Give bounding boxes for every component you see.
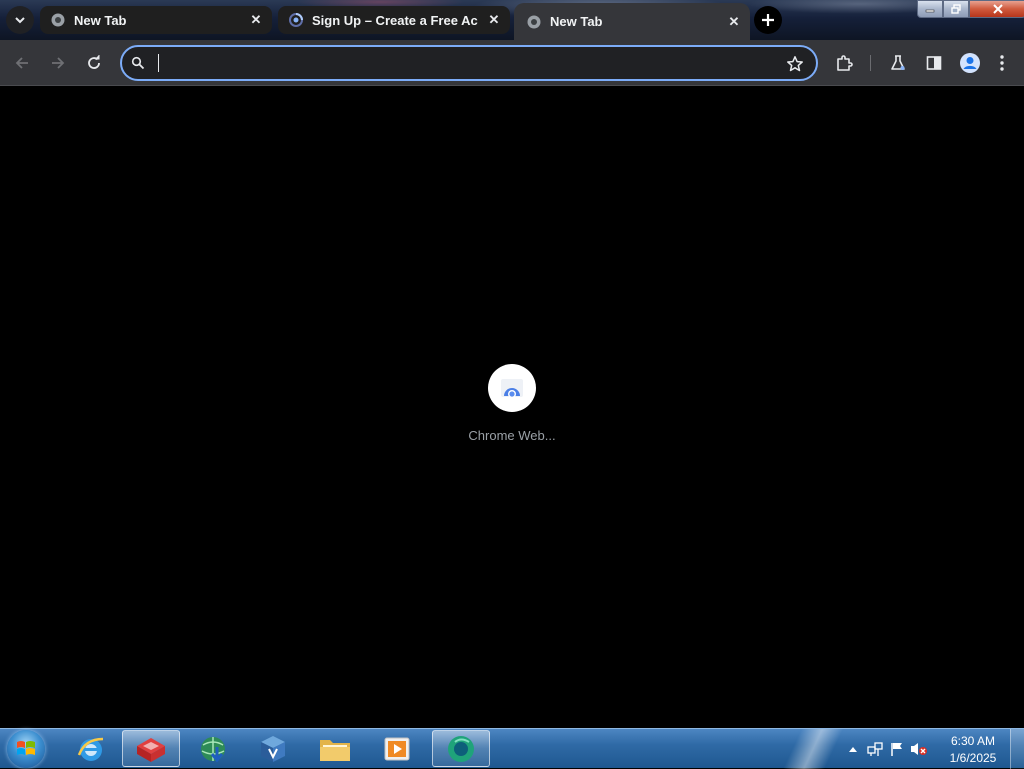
- close-window-button[interactable]: [969, 0, 1024, 18]
- network-tray-button[interactable]: [864, 738, 886, 760]
- plus-icon: [762, 14, 774, 26]
- show-hidden-icons-button[interactable]: [842, 738, 864, 760]
- side-panel-button[interactable]: [920, 49, 948, 77]
- chrome-web-store-icon: [501, 379, 523, 398]
- browser-toolbar: [0, 40, 1024, 86]
- minimize-icon: [925, 9, 935, 13]
- file-explorer-folder-icon: [320, 739, 350, 761]
- forward-arrow-icon: [52, 57, 65, 69]
- page-content: Chrome Web...: [0, 86, 1024, 728]
- taskbar-download-manager[interactable]: [184, 730, 242, 767]
- taskbar-file-explorer[interactable]: [306, 730, 364, 767]
- reload-button[interactable]: [80, 49, 108, 77]
- bookmark-star-icon: [787, 56, 803, 72]
- start-button[interactable]: [7, 730, 45, 768]
- title-bar: New Tab ✕ Sign Up – Create a Free Accoun…: [0, 0, 1024, 40]
- window-controls: [917, 0, 1024, 19]
- windows-logo-icon: [17, 741, 35, 755]
- extensions-button[interactable]: [830, 49, 858, 77]
- windows-taskbar: 6:30 AM 1/6/2025: [0, 728, 1024, 769]
- tab-new-tab-1[interactable]: New Tab ✕: [40, 6, 272, 34]
- bookmark-star-button[interactable]: [784, 53, 806, 75]
- address-input[interactable]: [156, 53, 760, 75]
- reload-icon: [88, 55, 100, 69]
- toolbox-app-icon: [137, 737, 165, 762]
- more-menu-icon: [1000, 55, 1004, 71]
- tab-title: New Tab: [550, 14, 603, 29]
- restore-icon: [951, 4, 961, 14]
- tab-title: New Tab: [74, 12, 127, 28]
- taskbar-virtualbox[interactable]: [244, 730, 302, 767]
- profile-avatar-icon: [960, 53, 980, 73]
- extensions-puzzle-icon: [837, 55, 853, 71]
- chrome-active-icon: [448, 735, 474, 762]
- taskbar-chrome-active[interactable]: [432, 730, 490, 767]
- minimize-button[interactable]: [917, 0, 943, 18]
- text-caret: [158, 54, 159, 72]
- address-bar[interactable]: [120, 45, 818, 81]
- back-arrow-icon: [15, 57, 28, 69]
- chrome-labs-flask-icon: [891, 55, 905, 70]
- tab-search-button[interactable]: [6, 6, 34, 34]
- loading-spinner-icon: [288, 12, 304, 28]
- taskbar-clock[interactable]: 6:30 AM 1/6/2025: [940, 733, 1006, 767]
- volume-tray-button[interactable]: [908, 738, 930, 760]
- taskbar-toolbox-app[interactable]: [122, 730, 180, 767]
- media-player-icon: [384, 737, 410, 760]
- search-icon: [131, 56, 145, 75]
- back-button[interactable]: [8, 49, 36, 77]
- chrome-globe-icon: [50, 12, 66, 28]
- taskbar-internet-explorer[interactable]: [62, 730, 120, 767]
- shortcut-label[interactable]: Chrome Web...: [412, 428, 612, 443]
- restore-button[interactable]: [943, 0, 969, 18]
- flag-icon: [891, 743, 902, 756]
- close-icon: [992, 4, 1003, 14]
- new-tab-button[interactable]: [754, 6, 782, 34]
- profile-button[interactable]: [956, 49, 984, 77]
- clock-date: 1/6/2025: [949, 751, 997, 765]
- show-desktop-button[interactable]: [1010, 729, 1024, 769]
- toolbar-divider: [870, 55, 871, 71]
- virtualbox-icon: [261, 735, 285, 762]
- volume-muted-icon: [911, 743, 927, 755]
- tab-title: Sign Up – Create a Free Account: [312, 12, 478, 28]
- tab-close-button[interactable]: ✕: [484, 10, 504, 30]
- taskbar-media-player[interactable]: [368, 730, 426, 767]
- chevron-up-icon: [849, 747, 857, 752]
- clock-time: 6:30 AM: [950, 734, 996, 748]
- tab-new-tab-active[interactable]: New Tab ✕: [514, 3, 750, 40]
- tab-close-button[interactable]: ✕: [724, 12, 744, 32]
- chrome-web-store-shortcut[interactable]: [488, 364, 536, 412]
- more-menu-button[interactable]: [988, 49, 1016, 77]
- tab-sign-up[interactable]: Sign Up – Create a Free Account ✕: [278, 6, 510, 34]
- side-panel-icon: [926, 56, 942, 70]
- chrome-globe-icon: [526, 14, 542, 30]
- internet-explorer-icon: [77, 737, 104, 761]
- action-center-button[interactable]: [886, 738, 908, 760]
- idm-globe-icon: [201, 736, 225, 762]
- forward-button[interactable]: [44, 49, 72, 77]
- network-icon: [867, 742, 883, 756]
- system-tray: [842, 729, 930, 769]
- chevron-down-icon: [15, 17, 25, 24]
- tab-close-button[interactable]: ✕: [246, 10, 266, 30]
- chrome-labs-button[interactable]: [884, 49, 912, 77]
